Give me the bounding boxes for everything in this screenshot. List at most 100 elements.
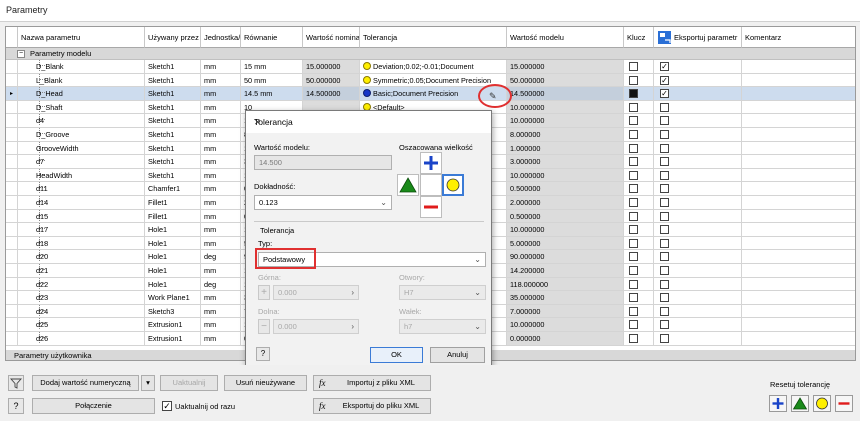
row-header[interactable] — [6, 114, 18, 128]
export-xml-button[interactable]: fx Eksportuj do pliku XML — [313, 398, 431, 414]
cell-unit[interactable]: mm — [201, 236, 241, 251]
cell-exp[interactable]: ✓ — [654, 73, 742, 88]
cell-name[interactable]: D_Head — [18, 87, 145, 101]
key-checkbox[interactable] — [629, 225, 638, 235]
row-header[interactable]: ▸ — [6, 87, 18, 101]
cell-model[interactable]: 10.000000 — [507, 114, 624, 128]
key-checkbox[interactable] — [629, 184, 638, 194]
export-checkbox[interactable] — [660, 334, 669, 343]
cell-unit[interactable]: mm — [201, 304, 241, 319]
cell-name[interactable]: d15 — [18, 209, 145, 224]
cell-model[interactable]: 2.000000 — [507, 196, 624, 210]
col-header-equation[interactable]: Równanie — [241, 27, 303, 48]
cell-key[interactable] — [624, 291, 654, 305]
cell-name[interactable]: d26 — [18, 332, 145, 346]
cell-used[interactable]: Sketch3 — [145, 304, 201, 319]
col-header-used-by[interactable]: Używany przez — [145, 27, 201, 48]
cell-name[interactable]: d24 — [18, 304, 145, 319]
row-header[interactable] — [6, 60, 18, 74]
reset-upper-button[interactable] — [769, 395, 787, 412]
cell-model[interactable]: 14.500000 — [507, 87, 624, 101]
filter-icon[interactable] — [8, 375, 24, 391]
cell-comment[interactable] — [742, 264, 855, 278]
cell-name[interactable]: d18 — [18, 236, 145, 251]
upper-estimate-cell[interactable] — [420, 152, 442, 174]
cell-used[interactable]: Hole1 — [145, 264, 201, 278]
reset-nominal-button[interactable] — [813, 395, 831, 412]
cell-unit[interactable]: mm — [201, 100, 241, 115]
row-header[interactable] — [6, 236, 18, 251]
cell-name[interactable]: d7 — [18, 155, 145, 169]
cell-comment[interactable] — [742, 250, 855, 264]
export-checkbox[interactable]: ✓ — [660, 75, 669, 85]
key-checkbox[interactable] — [629, 238, 638, 248]
cell-key[interactable] — [624, 264, 654, 278]
cell-model[interactable]: 0.500000 — [507, 209, 624, 224]
cell-name[interactable]: d25 — [18, 318, 145, 332]
row-header[interactable] — [6, 223, 18, 237]
key-checkbox[interactable] — [629, 293, 638, 303]
lower-estimate-cell[interactable] — [420, 196, 442, 218]
cell-name[interactable]: d20 — [18, 250, 145, 264]
cell-comment[interactable] — [742, 305, 855, 319]
export-checkbox[interactable] — [660, 238, 669, 248]
cell-key[interactable] — [624, 73, 654, 88]
close-icon[interactable]: ✕ — [254, 117, 485, 128]
cell-unit[interactable]: mm — [201, 60, 241, 74]
key-checkbox[interactable] — [629, 198, 638, 207]
cell-key[interactable] — [624, 332, 654, 346]
table-row[interactable]: ▸ D_Head Sketch1 mm 14.5 mm 14.500000 Basic;Do… — [6, 87, 855, 101]
cell-exp[interactable] — [654, 318, 742, 332]
cell-model[interactable]: 0.500000 — [507, 182, 624, 196]
key-checkbox[interactable] — [629, 143, 638, 153]
cell-model[interactable]: 8.000000 — [507, 128, 624, 142]
group-model-parameters[interactable]: − Parametry modelu — [6, 48, 855, 60]
cell-eq[interactable]: 14.5 mm — [241, 87, 303, 101]
cell-model[interactable]: 10.000000 — [507, 223, 624, 237]
cell-name[interactable]: L_Blank — [18, 73, 145, 88]
purge-unused-button[interactable]: Usuń nieużywane — [224, 375, 307, 391]
export-checkbox[interactable] — [660, 157, 669, 167]
cell-exp[interactable] — [654, 128, 742, 142]
cell-name[interactable]: d23 — [18, 291, 145, 305]
key-checkbox[interactable] — [629, 334, 638, 343]
cell-comment[interactable] — [742, 169, 855, 183]
cell-key[interactable] — [624, 141, 654, 156]
export-checkbox[interactable]: ✓ — [660, 89, 669, 99]
key-checkbox[interactable] — [629, 89, 638, 99]
key-checkbox[interactable] — [629, 279, 638, 289]
cell-model[interactable]: 118.000000 — [507, 277, 624, 292]
cell-eq[interactable]: 15 mm — [241, 60, 303, 74]
cell-name[interactable]: D_Groove — [18, 128, 145, 142]
cell-key[interactable] — [624, 168, 654, 183]
cell-key[interactable] — [624, 196, 654, 210]
row-header[interactable] — [6, 318, 18, 332]
help-icon[interactable]: ? — [8, 398, 24, 414]
cell-key[interactable] — [624, 100, 654, 115]
cell-used[interactable]: Sketch1 — [145, 141, 201, 156]
key-checkbox[interactable] — [629, 170, 638, 180]
export-checkbox[interactable] — [660, 211, 669, 221]
cell-name[interactable]: d17 — [18, 223, 145, 237]
cell-eq[interactable]: 50 mm — [241, 73, 303, 88]
key-checkbox[interactable] — [629, 130, 638, 139]
cell-unit[interactable]: mm — [201, 87, 241, 101]
cell-name[interactable]: GrooveWidth — [18, 141, 145, 156]
col-header-key[interactable]: Klucz — [624, 27, 654, 48]
cell-nom[interactable]: 15.000000 — [303, 60, 360, 74]
row-header[interactable] — [6, 73, 18, 88]
cell-key[interactable] — [624, 223, 654, 237]
export-checkbox[interactable] — [660, 170, 669, 180]
cell-comment[interactable] — [742, 101, 855, 115]
cell-unit[interactable]: deg — [201, 277, 241, 292]
cell-unit[interactable]: mm — [201, 291, 241, 305]
row-header[interactable] — [6, 168, 18, 183]
cell-key[interactable] — [624, 250, 654, 264]
cell-model[interactable]: 7.000000 — [507, 304, 624, 319]
cell-unit[interactable]: mm — [201, 114, 241, 128]
row-header[interactable] — [6, 155, 18, 169]
cell-comment[interactable] — [742, 223, 855, 237]
min-estimate-cell[interactable] — [397, 174, 419, 196]
cell-used[interactable]: Sketch1 — [145, 155, 201, 169]
cell-key[interactable] — [624, 128, 654, 142]
